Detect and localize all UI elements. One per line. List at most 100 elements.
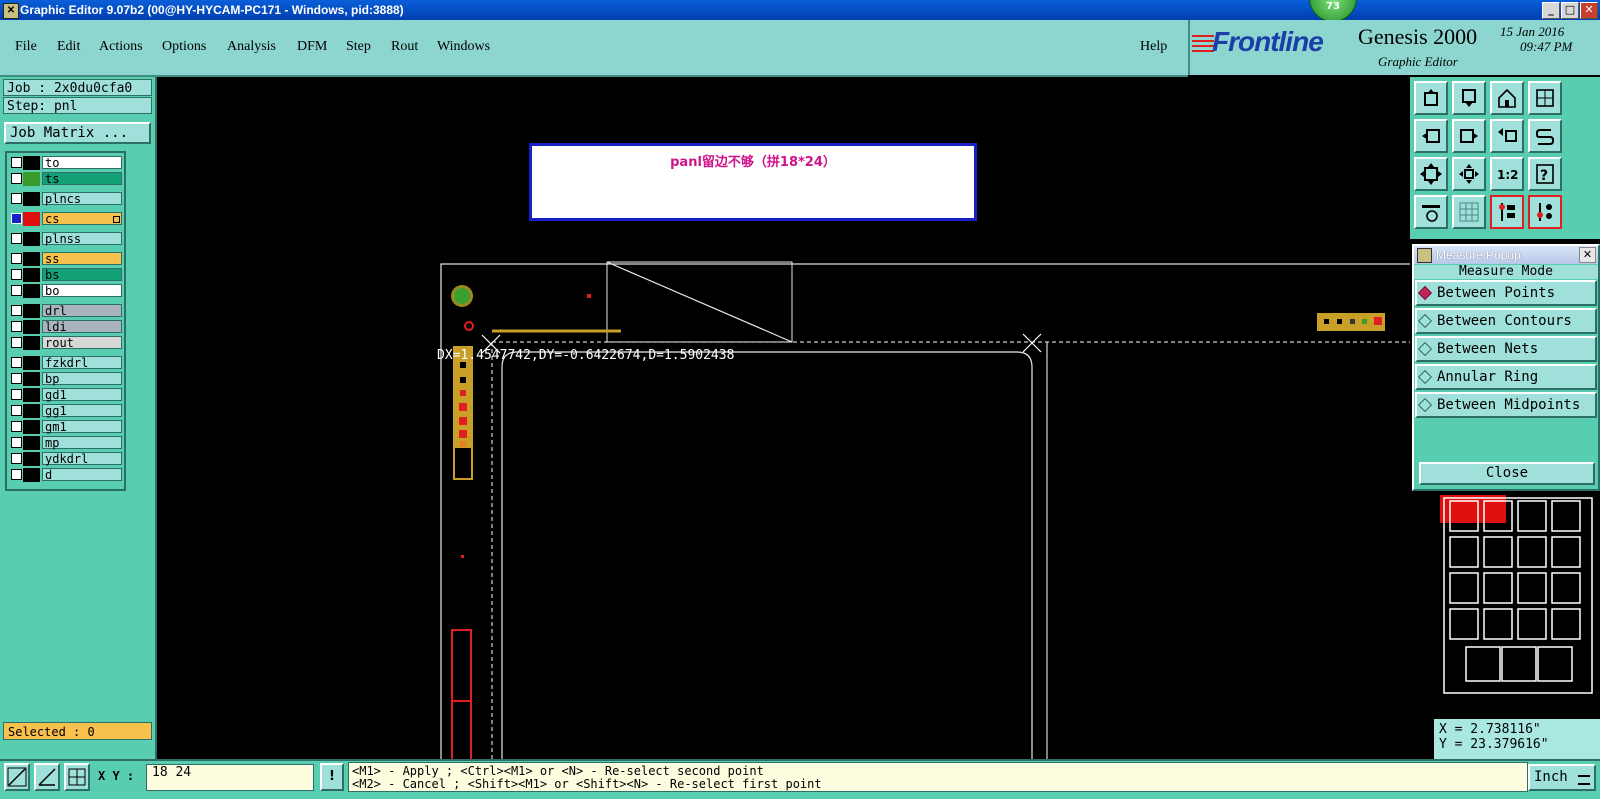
layer-name[interactable]: plnss <box>42 232 122 246</box>
layer-name[interactable]: fzkdrl <box>42 356 122 370</box>
layer-color-swatch[interactable] <box>23 252 40 266</box>
layer-checkbox[interactable] <box>11 157 22 168</box>
layer-color-swatch[interactable] <box>23 372 40 386</box>
layer-color-swatch[interactable] <box>23 172 40 186</box>
grid-snap-icon[interactable] <box>64 763 90 791</box>
layer-checkbox[interactable] <box>11 453 22 464</box>
layer-name[interactable]: bo <box>42 284 122 298</box>
layer-color-swatch[interactable] <box>23 232 40 246</box>
layer-color-swatch[interactable] <box>23 420 40 434</box>
layer-name[interactable]: mp <box>42 436 122 450</box>
layer-color-swatch[interactable] <box>23 336 40 350</box>
layer-checkbox[interactable] <box>11 213 22 224</box>
layer-row-drl[interactable]: drl <box>9 304 123 318</box>
layer-color-swatch[interactable] <box>23 212 40 226</box>
layer-name[interactable]: bp <box>42 372 122 386</box>
pan-right-icon[interactable] <box>1452 119 1486 153</box>
layer-checkbox[interactable] <box>11 405 22 416</box>
layer-row-rout[interactable]: rout <box>9 336 123 350</box>
layer-color-swatch[interactable] <box>23 356 40 370</box>
menu-file[interactable]: File <box>15 39 37 55</box>
layer-color-swatch[interactable] <box>23 284 40 298</box>
zoom-out-icon[interactable] <box>1452 81 1486 115</box>
menu-help[interactable]: Help <box>1140 39 1167 55</box>
undo-view-icon[interactable] <box>1490 119 1524 153</box>
minimize-button[interactable]: _ <box>1542 2 1560 19</box>
layer-checkbox[interactable] <box>11 373 22 384</box>
layer-color-swatch[interactable] <box>23 304 40 318</box>
layer-color-swatch[interactable] <box>23 268 40 282</box>
menu-analysis[interactable]: Analysis <box>227 39 276 55</box>
layer-name[interactable]: ydkdrl <box>42 452 122 466</box>
netlist-alt-icon[interactable] <box>1528 195 1562 229</box>
measure-tool-icon[interactable] <box>34 763 60 791</box>
layer-color-swatch[interactable] <box>23 452 40 466</box>
layer-checkbox[interactable] <box>11 337 22 348</box>
layer-checkbox[interactable] <box>11 285 22 296</box>
layer-checkbox[interactable] <box>11 469 22 480</box>
grid-icon[interactable] <box>1452 195 1486 229</box>
option-between-contours[interactable]: Between Contours <box>1415 308 1597 334</box>
layer-row-ss[interactable]: ss <box>9 252 123 266</box>
layer-row-cs[interactable]: cs <box>9 212 123 226</box>
unit-selector[interactable]: Inch <box>1528 764 1596 791</box>
layer-color-swatch[interactable] <box>23 320 40 334</box>
netlist-icon[interactable] <box>1490 195 1524 229</box>
tools-icon[interactable] <box>1414 195 1448 229</box>
layer-name[interactable]: drl <box>42 304 122 318</box>
layer-color-swatch[interactable] <box>23 404 40 418</box>
option-between-points[interactable]: Between Points <box>1415 280 1597 306</box>
layer-color-swatch[interactable] <box>23 436 40 450</box>
maximize-button[interactable]: □ <box>1561 2 1579 19</box>
option-annular-ring[interactable]: Annular Ring <box>1415 364 1597 390</box>
layer-row-gm1[interactable]: gm1 <box>9 420 123 434</box>
popup-title-bar[interactable]: Measure Popup ✕ <box>1414 246 1598 264</box>
layer-row-bp[interactable]: bp <box>9 372 123 386</box>
layer-checkbox[interactable] <box>11 389 22 400</box>
layer-row-gd1[interactable]: gd1 <box>9 388 123 402</box>
layer-row-ydkdrl[interactable]: ydkdrl <box>9 452 123 466</box>
layer-name[interactable]: to <box>42 156 122 170</box>
layer-name[interactable]: cs <box>42 212 122 226</box>
menu-options[interactable]: Options <box>162 39 206 55</box>
layer-row-bs[interactable]: bs <box>9 268 123 282</box>
option-between-nets[interactable]: Between Nets <box>1415 336 1597 362</box>
layer-checkbox[interactable] <box>11 321 22 332</box>
layer-checkbox[interactable] <box>11 305 22 316</box>
layer-row-plncs[interactable]: plncs <box>9 192 123 206</box>
snap-icon[interactable] <box>4 763 30 791</box>
layer-name[interactable]: gm1 <box>42 420 122 434</box>
layer-name[interactable]: gd1 <box>42 388 122 402</box>
layer-name[interactable]: d <box>42 468 122 482</box>
redraw-icon[interactable] <box>1528 119 1562 153</box>
menu-windows[interactable]: Windows <box>437 39 490 55</box>
option-between-midpoints[interactable]: Between Midpoints <box>1415 392 1597 418</box>
layer-color-swatch[interactable] <box>23 468 40 482</box>
layer-name[interactable]: rout <box>42 336 122 350</box>
layer-color-swatch[interactable] <box>23 156 40 170</box>
layer-checkbox[interactable] <box>11 173 22 184</box>
zoom-fit-icon[interactable] <box>1414 157 1448 191</box>
layer-name[interactable]: bs <box>42 268 122 282</box>
zoom-in-icon[interactable] <box>1414 81 1448 115</box>
layer-name[interactable]: gg1 <box>42 404 122 418</box>
question-icon[interactable]: ? <box>1528 157 1562 191</box>
layer-row-bo[interactable]: bo <box>9 284 123 298</box>
menu-dfm[interactable]: DFM <box>297 39 327 55</box>
menu-rout[interactable]: Rout <box>391 39 418 55</box>
layer-checkbox[interactable] <box>11 357 22 368</box>
popup-close-icon[interactable]: ✕ <box>1579 247 1596 263</box>
zoom-center-icon[interactable] <box>1452 157 1486 191</box>
overview-map[interactable] <box>1436 495 1600 704</box>
layer-row-ts[interactable]: ts <box>9 172 123 186</box>
menu-edit[interactable]: Edit <box>57 39 80 55</box>
job-matrix-button[interactable]: Job Matrix ... <box>4 122 151 144</box>
menu-actions[interactable]: Actions <box>99 39 143 55</box>
home-icon[interactable] <box>1490 81 1524 115</box>
app-icon[interactable]: ✕ <box>3 3 19 19</box>
layer-row-gg1[interactable]: gg1 <box>9 404 123 418</box>
layer-name[interactable]: ss <box>42 252 122 266</box>
layer-row-ldi[interactable]: ldi <box>9 320 123 334</box>
layer-color-swatch[interactable] <box>23 192 40 206</box>
layer-row-fzkdrl[interactable]: fzkdrl <box>9 356 123 370</box>
